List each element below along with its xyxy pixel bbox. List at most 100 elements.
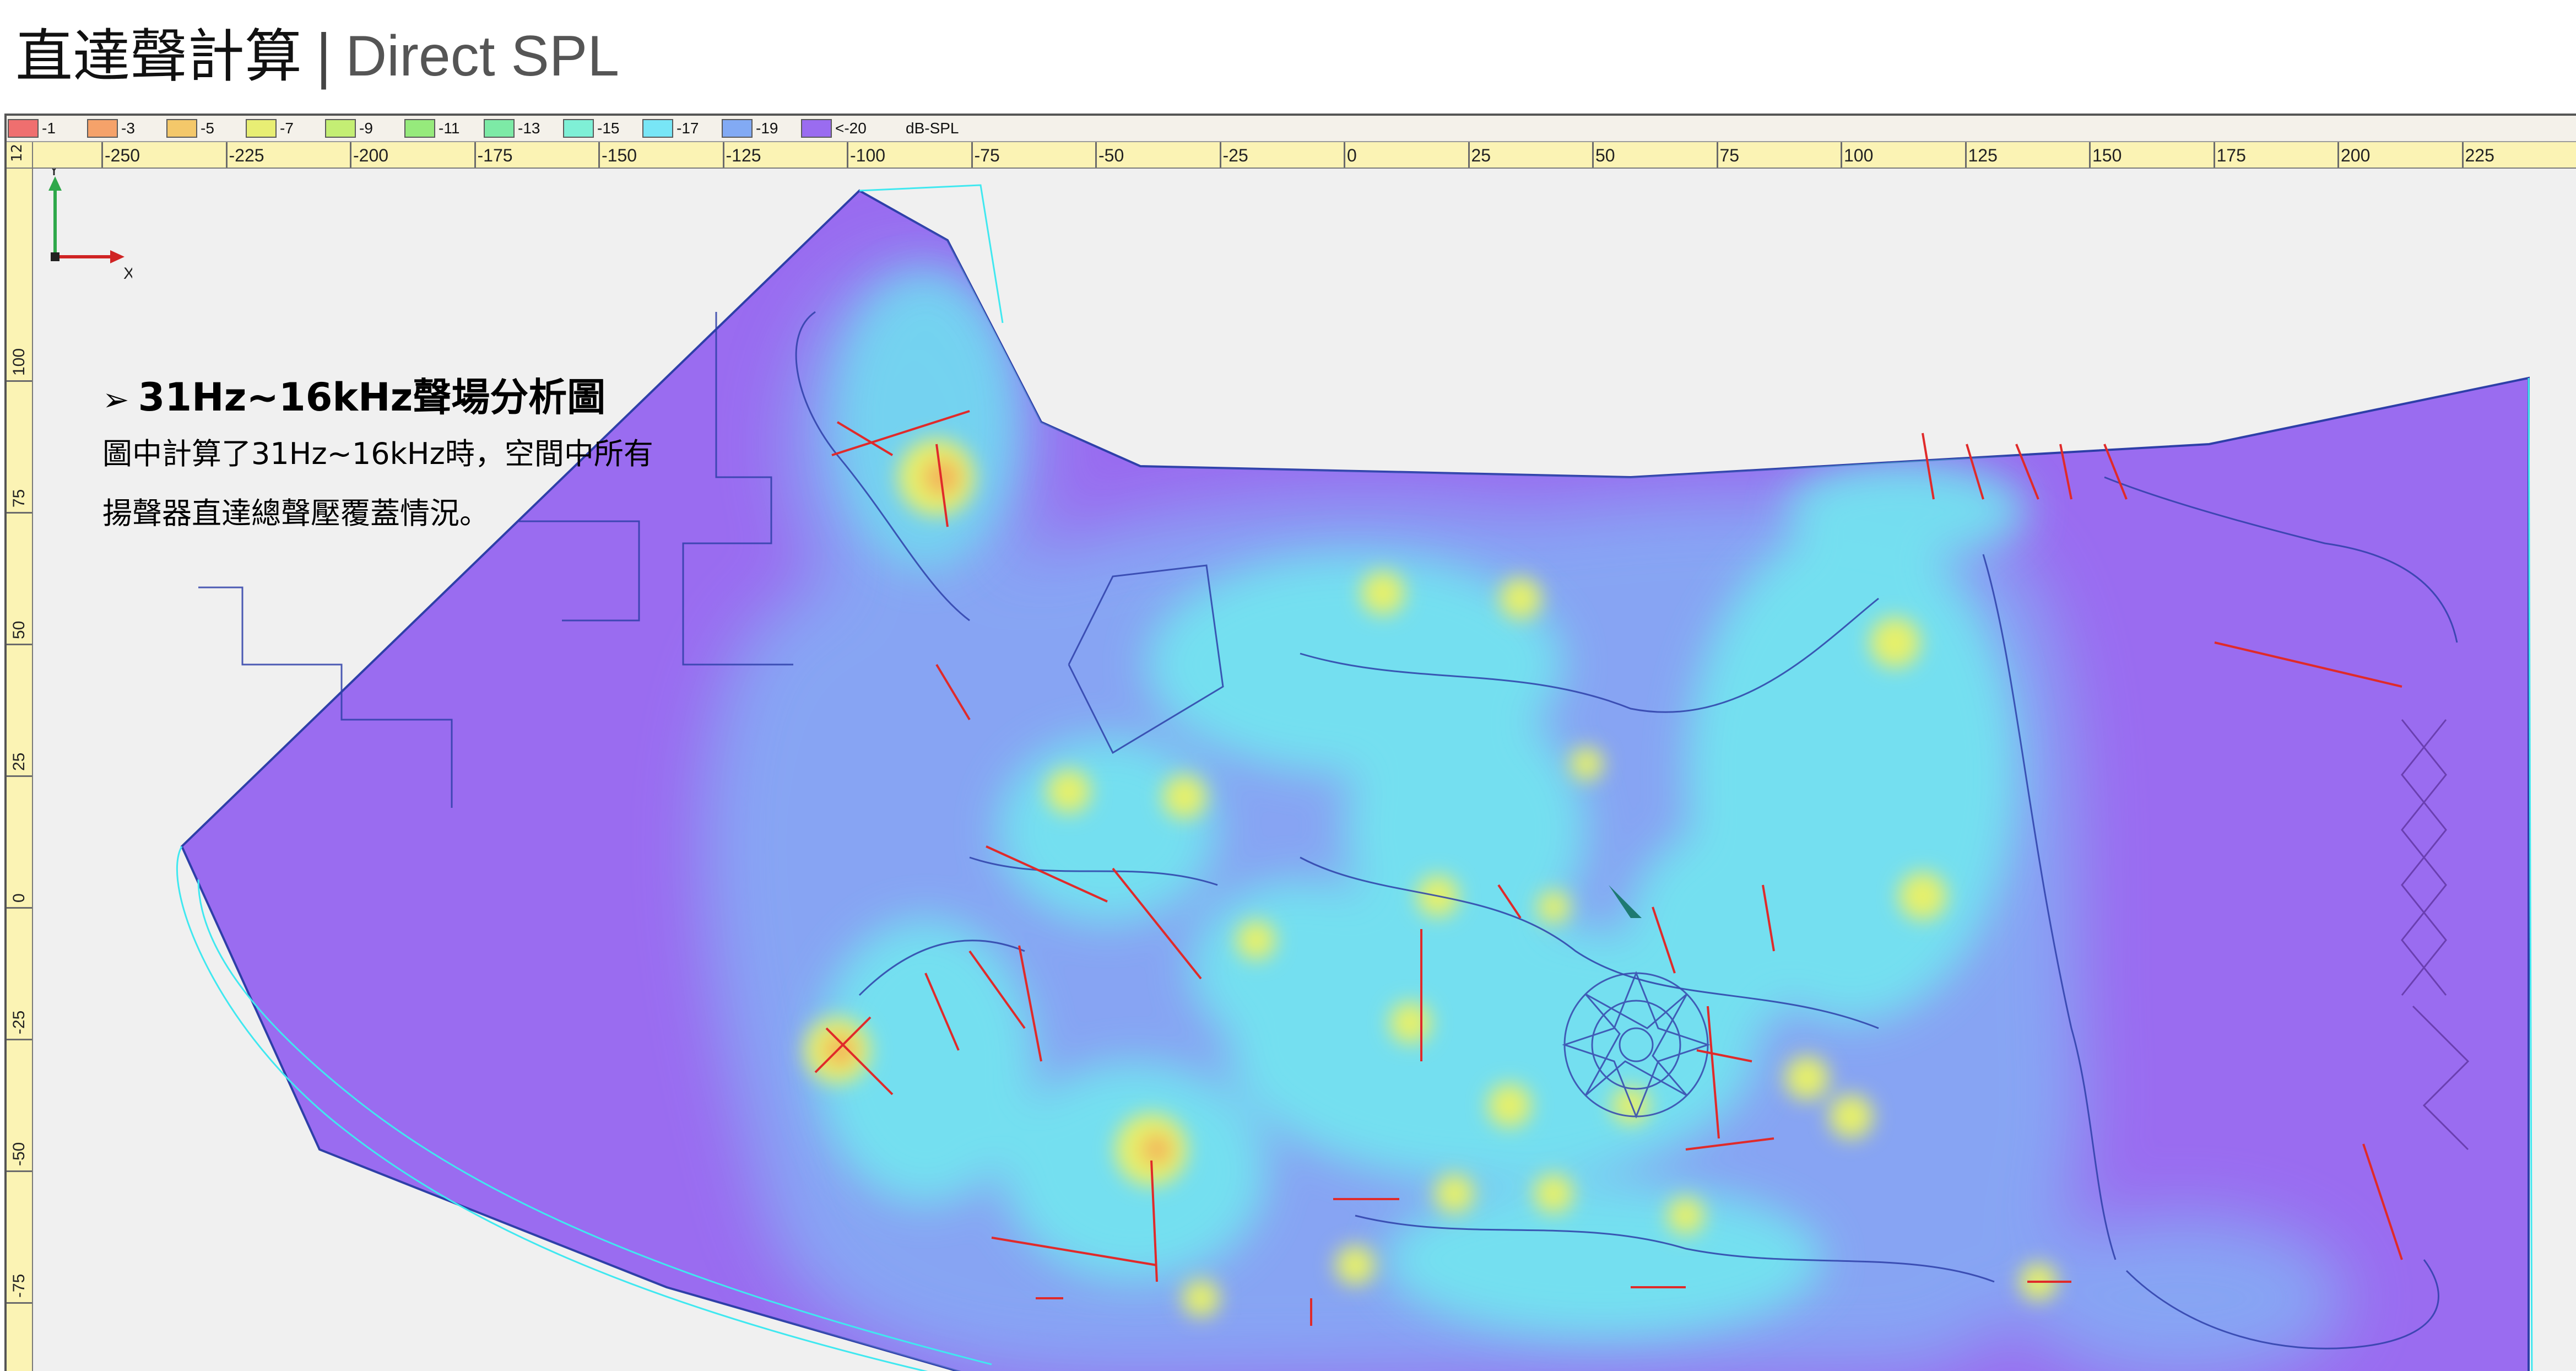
ruler-tick-label: 25 — [10, 752, 28, 771]
annotation-title-text: 31Hz~16kHz聲場分析圖 — [138, 375, 606, 420]
spl-color-legend: -1 -3 -5 -7 -9 -11 -13 -15 -17 -19 <-20 … — [7, 116, 2576, 142]
annotation-line-2: 揚聲器直達總聲壓覆蓋情況。 — [102, 496, 489, 531]
ruler-tick — [598, 142, 600, 168]
ruler-tick-label: -175 — [477, 145, 513, 165]
legend-swatch — [8, 119, 39, 138]
ruler-tick — [101, 142, 103, 168]
legend-label: -11 — [439, 120, 460, 137]
page-title-chinese: 直達聲計算 — [15, 23, 302, 90]
spl-viewer-window: -1 -3 -5 -7 -9 -11 -13 -15 -17 -19 <-20 … — [4, 114, 2576, 1371]
ruler-corner: 12 — [7, 142, 33, 169]
legend-swatch — [87, 119, 118, 138]
analysis-annotation: ➢ 31Hz~16kHz聲場分析圖 圖中計算了31Hz~16kHz時，空間中所有 … — [102, 373, 819, 543]
ruler-tick-label: 200 — [2341, 145, 2371, 165]
legend-swatch — [484, 119, 515, 138]
ruler-tick-label: -50 — [1098, 145, 1124, 165]
ruler-tick — [1592, 142, 1594, 168]
ruler-tick — [7, 907, 32, 909]
legend-label: -19 — [756, 120, 778, 137]
ruler-tick — [2461, 142, 2464, 168]
legend-label: -7 — [280, 120, 294, 137]
ruler-tick — [1716, 142, 1718, 168]
ruler-tick — [7, 1039, 32, 1040]
axis-origin — [51, 252, 59, 261]
ruler-tick-label: 0 — [1347, 145, 1357, 165]
legend-swatch — [563, 119, 594, 138]
ruler-tick-label: 150 — [2092, 145, 2122, 165]
legend-label: -15 — [597, 120, 620, 137]
ruler-tick-label: 50 — [10, 620, 28, 639]
ruler-corner-label: 12 — [9, 143, 25, 162]
legend-label: -17 — [677, 120, 699, 137]
legend-swatch — [325, 119, 356, 138]
ruler-tick — [7, 1170, 32, 1172]
ruler-tick — [2089, 142, 2091, 168]
ruler-tick-label: -150 — [602, 145, 637, 165]
ruler-tick — [971, 142, 973, 168]
ruler-tick — [350, 142, 351, 168]
ruler-tick — [7, 512, 32, 514]
annotation-line-1: 圖中計算了31Hz~16kHz時，空間中所有 — [102, 436, 653, 471]
left-ruler[interactable]: 1007550250-25-50-75-100 — [7, 169, 33, 1371]
ruler-tick-label: -75 — [974, 145, 1000, 165]
ruler-tick-label: 100 — [10, 348, 28, 376]
ruler-tick — [847, 142, 848, 168]
legend-label: <-20 — [835, 120, 867, 137]
ruler-tick — [722, 142, 724, 168]
y-axis-label: Y — [48, 169, 59, 179]
ruler-tick-label: -100 — [850, 145, 886, 165]
ruler-tick-label: 75 — [10, 489, 28, 508]
ruler-tick-label: 175 — [2216, 145, 2246, 165]
ruler-tick — [225, 142, 228, 168]
legend-swatch — [642, 119, 673, 138]
legend-swatch — [404, 119, 435, 138]
ruler-tick-label: 100 — [1844, 145, 1874, 165]
page-title-english: Direct SPL — [345, 24, 620, 88]
top-ruler[interactable]: -250 -225 -200 -175 -150 -125 -100 -75 -50 -25 0 25… — [7, 142, 2576, 169]
ruler-tick-label: -25 — [1222, 145, 1248, 165]
x-axis-arrowhead — [110, 250, 125, 263]
ruler-tick — [7, 380, 32, 382]
ruler-tick — [2337, 142, 2339, 168]
ruler-tick — [1468, 142, 1470, 168]
legend-swatch — [246, 119, 277, 138]
legend-label: -9 — [359, 120, 373, 137]
ruler-tick-label: -225 — [229, 145, 264, 165]
ruler-tick-label: 25 — [1471, 145, 1491, 165]
ruler-tick — [1219, 142, 1221, 168]
axis-gizmo-icon: Y X — [48, 169, 132, 279]
ruler-tick-label: -125 — [726, 145, 761, 165]
ruler-tick-label: -25 — [10, 1010, 28, 1034]
legend-swatch — [801, 119, 832, 138]
bullet-arrow-icon: ➢ — [102, 381, 129, 418]
ruler-tick-label: -75 — [10, 1273, 28, 1298]
x-axis-label: X — [123, 265, 132, 279]
legend-swatch — [166, 119, 197, 138]
title-separator: | — [314, 23, 334, 90]
ruler-tick-label: 0 — [10, 893, 28, 903]
ruler-tick — [7, 644, 32, 645]
spl-map-svg — [176, 184, 2533, 1371]
ruler-tick — [1965, 142, 1967, 168]
ruler-tick-label: 75 — [1719, 145, 1740, 165]
ruler-tick-label: 125 — [1968, 145, 1998, 165]
ruler-tick-label: 225 — [2465, 145, 2494, 165]
legend-label: -5 — [201, 120, 214, 137]
legend-unit: dB-SPL — [906, 120, 959, 137]
spl-map-canvas[interactable]: ➢ 31Hz~16kHz聲場分析圖 圖中計算了31Hz~16kHz時，空間中所有 … — [33, 169, 2576, 1371]
ruler-tick-label: -250 — [105, 145, 140, 165]
ruler-tick — [2213, 142, 2215, 168]
ruler-tick — [7, 775, 32, 777]
ruler-tick-label: -200 — [353, 145, 389, 165]
ruler-tick — [1841, 142, 1842, 168]
legend-label: -1 — [42, 120, 56, 137]
annotation-title: ➢ 31Hz~16kHz聲場分析圖 — [102, 373, 819, 424]
ruler-tick-label: 50 — [1595, 145, 1615, 165]
ruler-tick — [1344, 142, 1345, 168]
ruler-tick — [474, 142, 476, 168]
ruler-tick — [7, 1302, 32, 1304]
ruler-tick-label: -50 — [10, 1142, 28, 1166]
legend-label: -3 — [121, 120, 135, 137]
page-title: 直達聲計算 | Direct SPL — [15, 7, 619, 106]
legend-label: -13 — [518, 120, 540, 137]
